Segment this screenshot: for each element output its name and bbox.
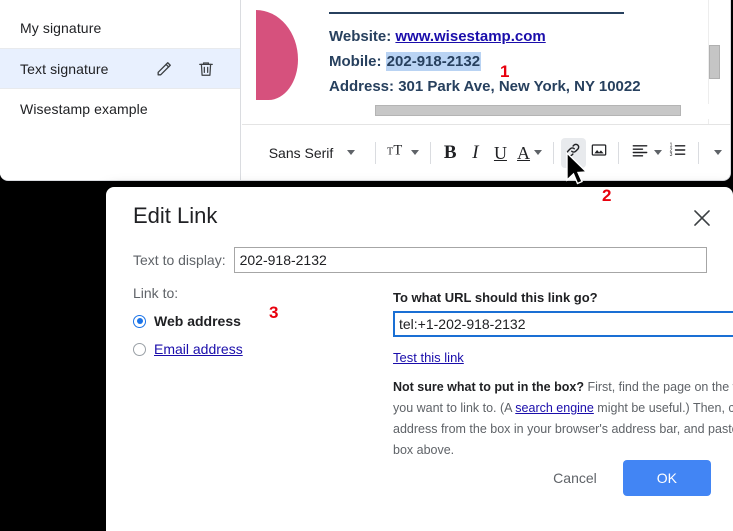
svg-text:3: 3 xyxy=(670,152,673,158)
text-color-icon: A xyxy=(517,142,531,163)
help-text: Not sure what to put in the box? First, … xyxy=(393,377,733,461)
toolbar-divider xyxy=(553,141,554,164)
search-engine-link[interactable]: search engine xyxy=(515,401,594,415)
url-input[interactable] xyxy=(393,311,733,337)
ok-button[interactable]: OK xyxy=(622,460,711,496)
edit-link-dialog: Edit Link Text to display: Link to: Web … xyxy=(106,187,733,531)
font-size-icon: T T xyxy=(387,141,407,164)
trash-icon[interactable] xyxy=(196,59,216,79)
radio-email-address-indicator[interactable] xyxy=(133,342,146,356)
more-options-icon xyxy=(714,150,723,155)
numbered-list-button[interactable]: 1 2 3 xyxy=(666,138,691,168)
signature-settings-card: My signature Text signature Wisestamp ex… xyxy=(0,0,731,181)
font-family-selector[interactable]: Sans Serif xyxy=(254,138,368,168)
toolbar-divider xyxy=(618,141,619,164)
signature-list-item-text-signature[interactable]: Text signature xyxy=(0,48,240,88)
dialog-title: Edit Link xyxy=(133,203,218,228)
svg-text:T: T xyxy=(387,147,393,158)
signature-name: Wisestamp example xyxy=(20,100,148,117)
address-value: 301 Park Ave, New York, NY 10022 xyxy=(398,78,641,95)
url-section: To what URL should this link go? Test th… xyxy=(393,290,733,367)
website-link[interactable]: www.wisestamp.com xyxy=(395,28,545,45)
formatting-toolbar: Sans Serif T T B I U A 1 2 3 xyxy=(242,124,730,180)
radio-web-address-label: Web address xyxy=(154,313,241,329)
dialog-footer: Cancel OK xyxy=(541,460,711,496)
signature-content: Website: www.wisestamp.com Mobile: 202-9… xyxy=(329,12,729,99)
italic-icon: I xyxy=(472,142,479,163)
address-label: Address: xyxy=(329,78,395,95)
preview-vertical-scroll-thumb[interactable] xyxy=(709,45,720,79)
signature-divider xyxy=(329,12,624,14)
more-options-button[interactable] xyxy=(706,138,730,168)
insert-image-button[interactable] xyxy=(586,138,611,168)
text-to-display-row: Text to display: xyxy=(133,247,707,273)
insert-image-icon xyxy=(589,140,609,165)
signature-address-line: Address: 301 Park Ave, New York, NY 1002… xyxy=(329,74,729,99)
chevron-down-icon xyxy=(410,150,419,155)
underline-icon: U xyxy=(493,142,507,163)
mobile-value-selected[interactable]: 202-918-2132 xyxy=(385,52,482,71)
link-to-label: Link to: xyxy=(133,285,179,301)
toolbar-divider xyxy=(429,141,431,164)
link-type-radio-group: Web address Email address xyxy=(133,307,243,363)
annotation-step-3: 3 xyxy=(269,303,279,322)
radio-web-address[interactable]: Web address xyxy=(133,307,243,335)
url-question-label: To what URL should this link go? xyxy=(393,290,598,305)
signature-list-item-wisestamp-example[interactable]: Wisestamp example xyxy=(0,88,240,128)
align-left-icon xyxy=(630,140,650,165)
link-icon xyxy=(563,140,583,165)
chevron-down-icon xyxy=(653,150,662,155)
help-text-bold: Not sure what to put in the box? xyxy=(393,380,584,394)
toolbar-divider xyxy=(375,141,376,164)
test-this-link[interactable]: Test this link xyxy=(393,350,464,365)
signature-list-item-my-signature[interactable]: My signature xyxy=(0,8,240,48)
mobile-label: Mobile: xyxy=(329,53,382,70)
font-size-selector[interactable]: T T xyxy=(383,138,423,168)
italic-button[interactable]: I xyxy=(463,138,488,168)
close-icon[interactable] xyxy=(689,205,715,231)
signature-mobile-line: Mobile: 202-918-2132 xyxy=(329,49,729,74)
signature-name: My signature xyxy=(20,20,102,36)
radio-email-address[interactable]: Email address xyxy=(133,335,243,363)
svg-text:T: T xyxy=(393,143,402,159)
radio-email-address-label[interactable]: Email address xyxy=(154,341,243,357)
font-family-label: Sans Serif xyxy=(268,144,334,161)
pencil-icon[interactable] xyxy=(154,59,174,79)
radio-web-address-indicator[interactable] xyxy=(133,314,146,328)
cancel-button[interactable]: Cancel xyxy=(541,462,609,494)
bold-icon: B xyxy=(443,142,457,163)
numbered-list-icon: 1 2 3 xyxy=(667,140,689,165)
chevron-down-icon xyxy=(534,150,543,155)
insert-link-button[interactable] xyxy=(560,137,586,168)
annotation-step-2: 2 xyxy=(602,186,612,205)
text-color-button[interactable]: A xyxy=(513,138,546,168)
signature-list: My signature Text signature Wisestamp ex… xyxy=(0,0,241,180)
text-to-display-label: Text to display: xyxy=(133,252,226,268)
bold-button[interactable]: B xyxy=(438,138,463,168)
signature-name: Text signature xyxy=(20,60,109,77)
annotation-step-1: 1 xyxy=(500,62,510,81)
website-label: Website: xyxy=(329,28,392,45)
brand-mark-graphic xyxy=(256,10,298,100)
chevron-down-icon xyxy=(347,150,356,155)
preview-horizontal-scroll-thumb[interactable] xyxy=(375,105,681,116)
signature-website-line: Website: www.wisestamp.com xyxy=(329,24,729,49)
toolbar-divider xyxy=(698,141,699,164)
text-to-display-input[interactable] xyxy=(233,247,707,273)
underline-button[interactable]: U xyxy=(488,138,513,168)
align-button[interactable] xyxy=(626,138,666,168)
